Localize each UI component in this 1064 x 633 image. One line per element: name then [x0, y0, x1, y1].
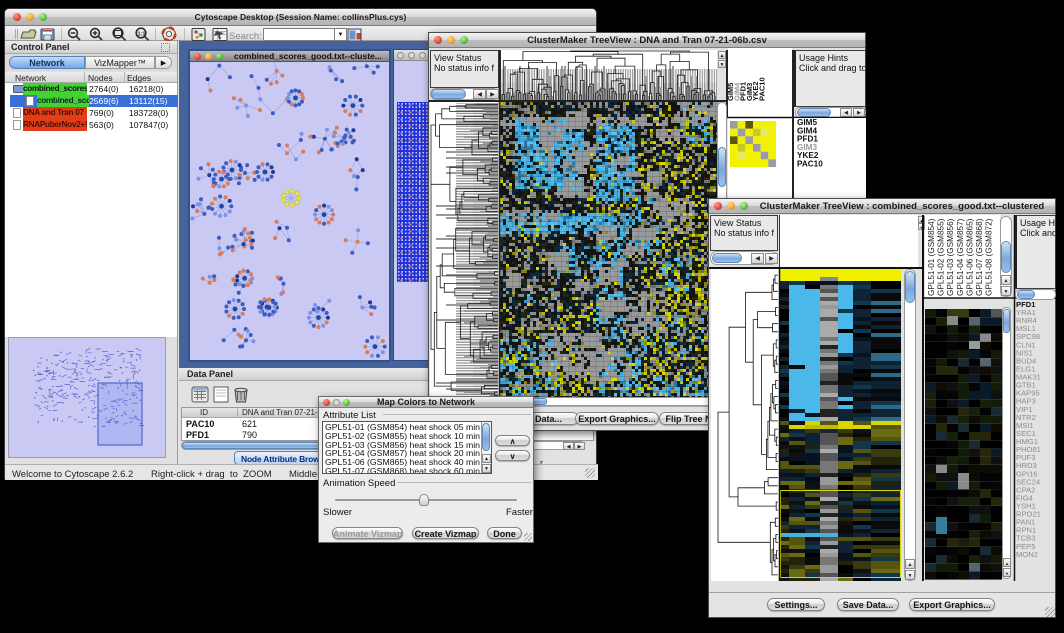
svg-text:GPL51-02 (GSM855): GPL51-02 (GSM855)	[937, 218, 946, 296]
svg-text:GPL51-07 (GSM868): GPL51-07 (GSM868)	[975, 218, 984, 296]
svg-text:1:1: 1:1	[138, 32, 146, 38]
svg-text:GPL51-04 (GSM857): GPL51-04 (GSM857)	[956, 218, 965, 296]
svg-text:MON2: MON2	[1016, 550, 1038, 559]
svg-text:GPL51-08 (GSM872): GPL51-08 (GSM872)	[985, 218, 994, 296]
svg-text:PAC10: PAC10	[758, 77, 767, 101]
svg-text:GPL51-01 (GSM854): GPL51-01 (GSM854)	[927, 218, 936, 296]
svg-text:GPL51-03 (GSM856): GPL51-03 (GSM856)	[946, 218, 955, 296]
svg-text:GPL51-06 (GSM865): GPL51-06 (GSM865)	[965, 218, 974, 296]
svg-text:PAC10: PAC10	[797, 160, 823, 169]
